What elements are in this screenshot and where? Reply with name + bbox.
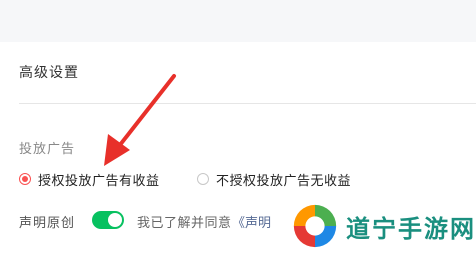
swirl-logo-icon xyxy=(291,202,339,250)
radio-no-ads[interactable]: 不授权投放广告无收益 xyxy=(197,170,352,189)
top-band xyxy=(0,0,476,42)
section-title: 高级设置 xyxy=(19,65,79,81)
agree-link[interactable]: 《声明 xyxy=(232,212,271,231)
agree-text: 我已了解并同意 xyxy=(137,216,232,231)
watermark: 道宁手游网 xyxy=(286,198,476,254)
radio-authorize-ads[interactable]: 授权投放广告有收益 xyxy=(19,170,160,189)
declare-original-label: 声明原创 xyxy=(19,216,76,231)
divider xyxy=(19,103,476,104)
radio-authorize-ads-label: 授权投放广告有收益 xyxy=(38,173,160,189)
radio-no-ads-label: 不授权投放广告无收益 xyxy=(216,173,352,189)
ad-field-label: 投放广告 xyxy=(19,142,76,157)
advanced-settings-page: 高级设置 投放广告 授权投放广告有收益 不授权投放广告无收益 声明原创 我已了解… xyxy=(0,0,476,254)
watermark-text: 道宁手游网 xyxy=(346,214,476,243)
toggle-knob xyxy=(108,213,122,227)
radio-checked-icon xyxy=(19,173,31,185)
radio-unchecked-icon xyxy=(197,173,209,185)
declare-original-toggle[interactable] xyxy=(92,211,124,229)
